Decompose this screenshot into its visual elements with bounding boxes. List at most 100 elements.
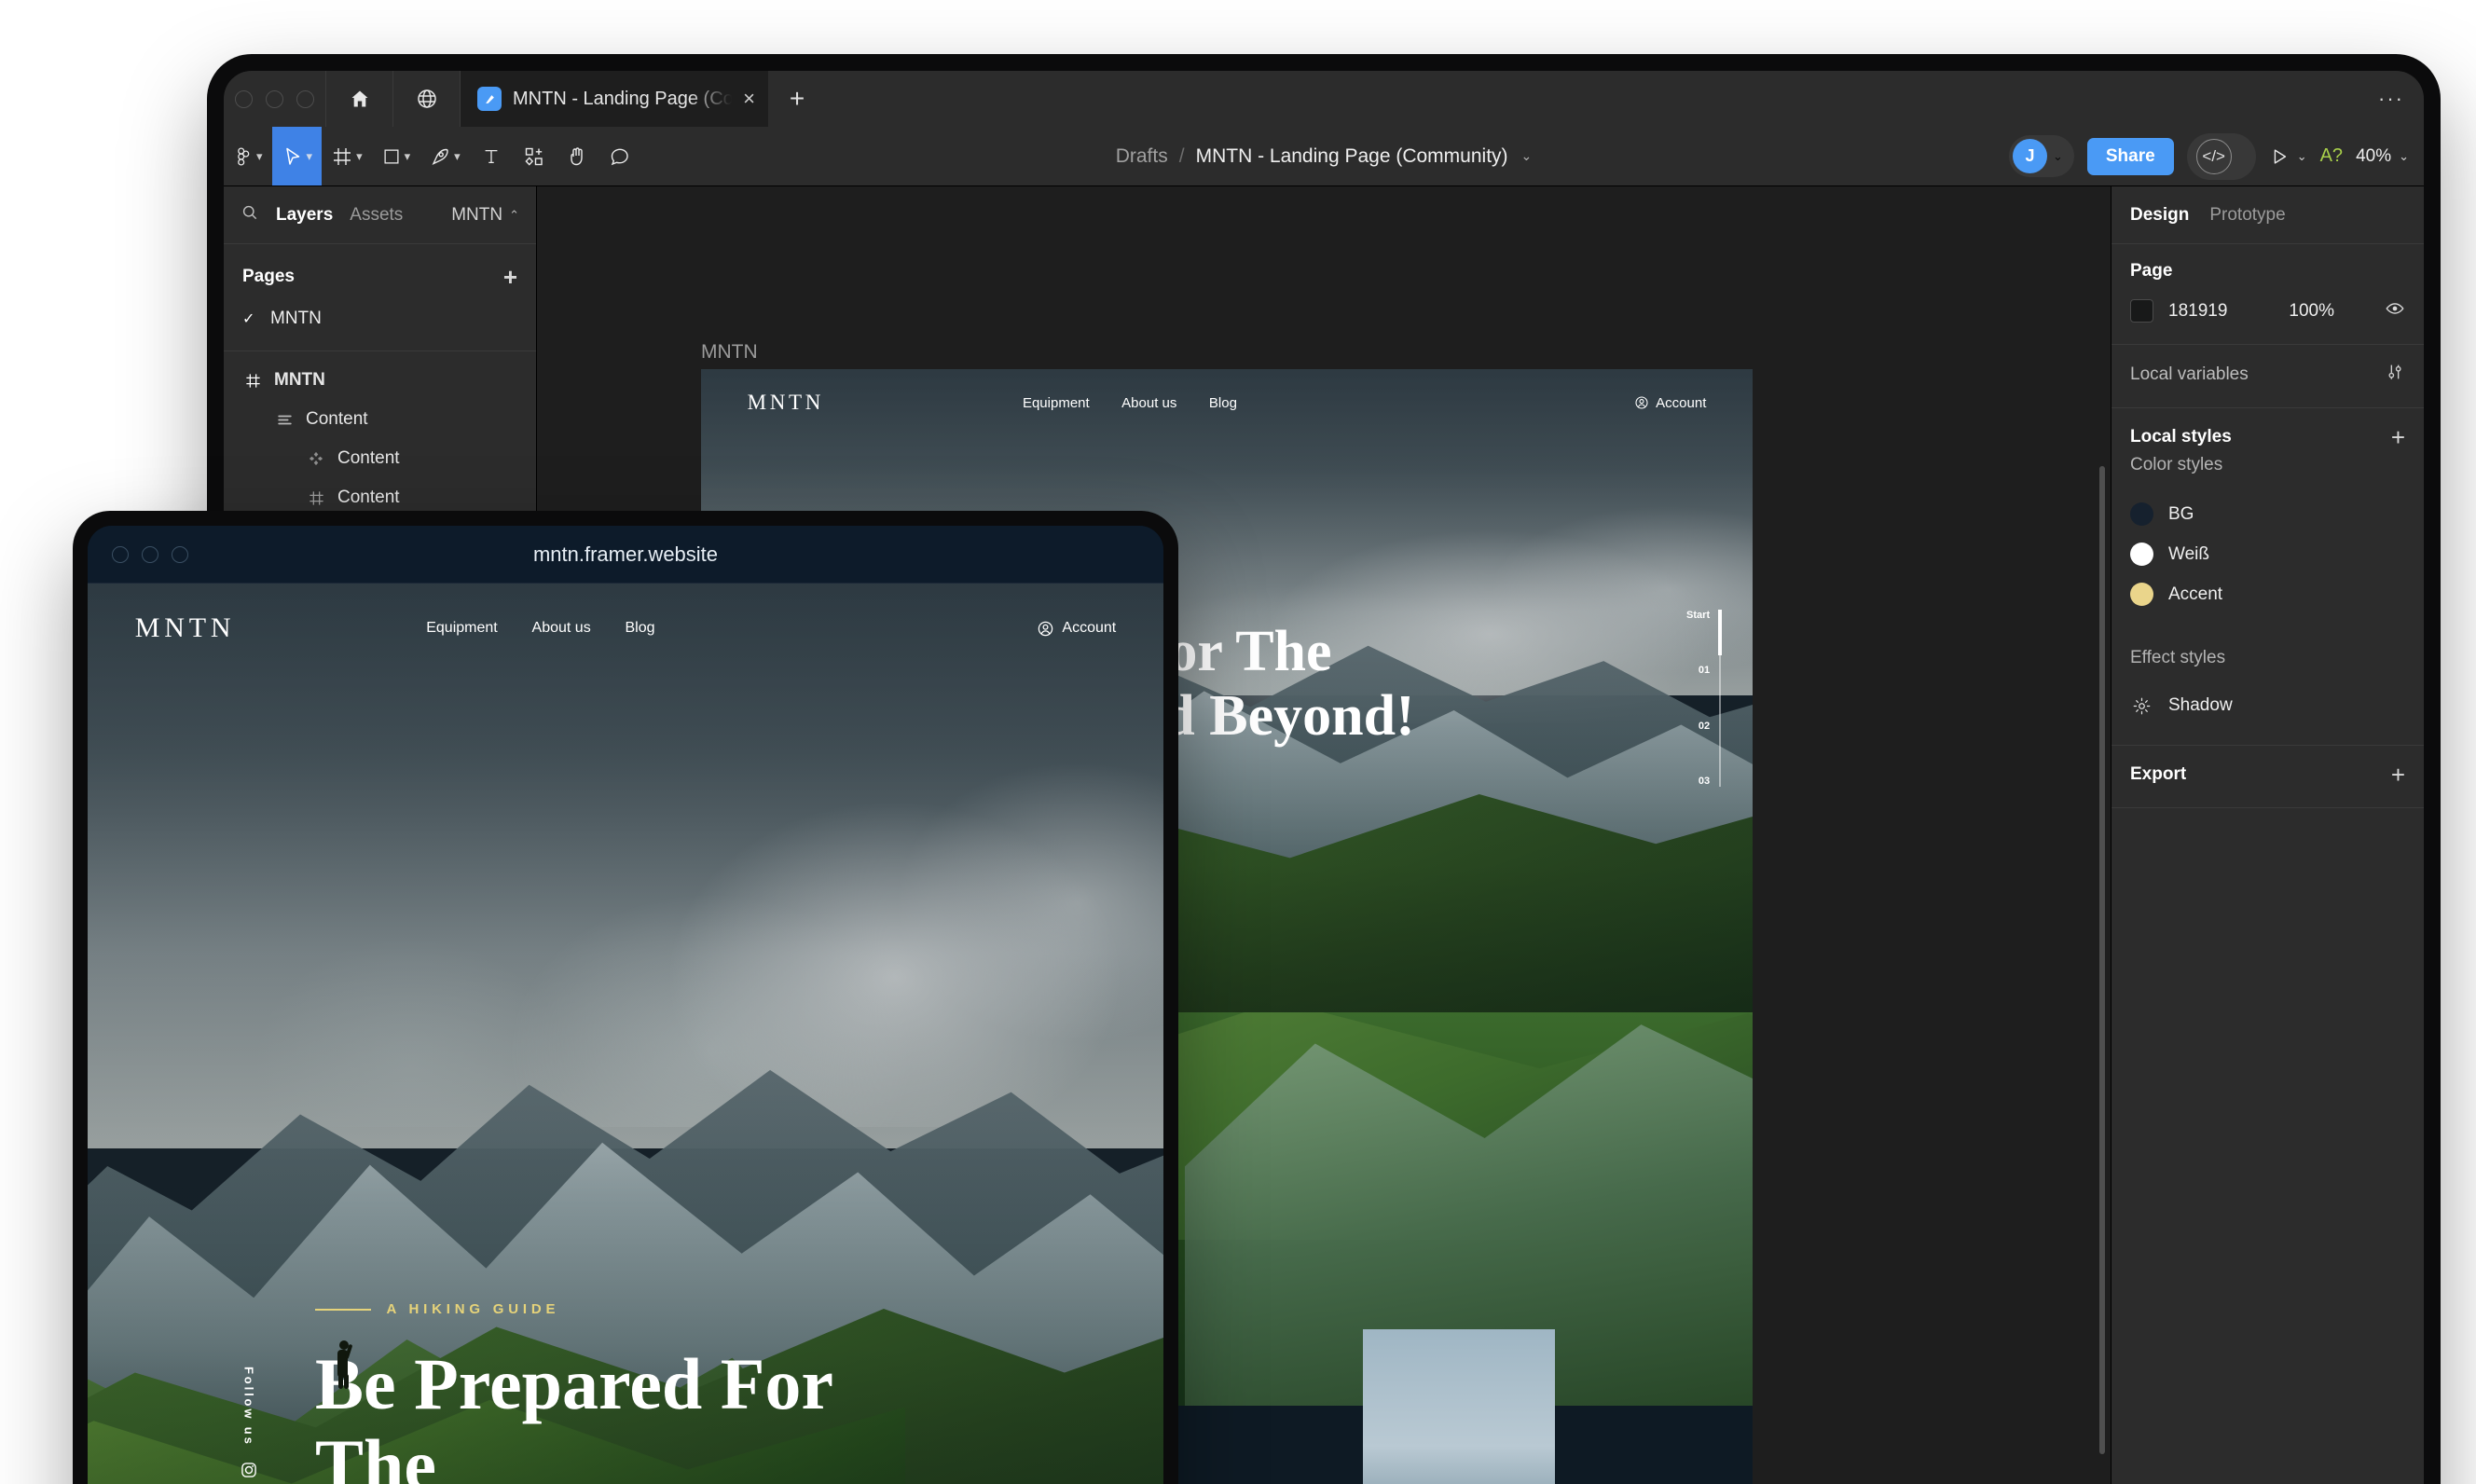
tabbar-spacer bbox=[826, 71, 2359, 127]
user-circle-icon bbox=[1039, 621, 1053, 636]
instagram-icon[interactable] bbox=[240, 1461, 258, 1482]
scroll-track[interactable] bbox=[1718, 610, 1722, 787]
artboard-frame-label[interactable]: MNTN bbox=[701, 341, 758, 364]
layers-tree: MNTN Content Content Content bbox=[224, 351, 536, 517]
nav-link-about-us[interactable]: About us bbox=[1121, 395, 1176, 411]
hero-scroll-markers: Start 01 02 03 bbox=[1686, 610, 1722, 787]
chevron-down-icon[interactable]: ⌄ bbox=[1521, 148, 1533, 164]
page-color-swatch[interactable] bbox=[2130, 299, 2153, 323]
section-photo-card[interactable] bbox=[1363, 1329, 1555, 1484]
account-label: Account bbox=[1656, 394, 1707, 411]
page-item-mntn[interactable]: ✓ MNTN bbox=[224, 300, 536, 337]
site-logo[interactable]: MNTN bbox=[748, 391, 824, 415]
tab-layers[interactable]: Layers bbox=[276, 205, 333, 226]
page-background-row[interactable]: 181919 100% bbox=[2130, 298, 2405, 323]
close-window-dot[interactable] bbox=[235, 89, 253, 108]
layer-label: MNTN bbox=[274, 370, 325, 390]
avatar[interactable]: J bbox=[2012, 139, 2047, 173]
export-header: Export + bbox=[2130, 763, 2405, 787]
nav-link-equipment[interactable]: Equipment bbox=[426, 620, 498, 637]
new-tab-button[interactable]: + bbox=[768, 71, 826, 127]
effect-style-name: Shadow bbox=[2168, 695, 2233, 715]
scroll-marker-labels: Start 01 02 03 bbox=[1686, 610, 1710, 787]
local-variables-section[interactable]: Local variables bbox=[2111, 345, 2424, 408]
plus-icon[interactable]: + bbox=[503, 265, 517, 289]
close-icon[interactable]: × bbox=[743, 89, 755, 109]
canvas-scrollbar[interactable] bbox=[2099, 466, 2105, 1454]
window-traffic-lights[interactable] bbox=[224, 71, 326, 127]
present-button[interactable]: ⌄ bbox=[2269, 146, 2307, 167]
page-item-label: MNTN bbox=[270, 309, 322, 328]
share-button[interactable]: Share bbox=[2086, 137, 2174, 175]
pages-section: Pages + ✓ MNTN bbox=[224, 244, 536, 351]
tab-prototype[interactable]: Prototype bbox=[2209, 205, 2285, 226]
scroll-marker[interactable]: 01 bbox=[1699, 665, 1710, 676]
layer-row-content-2[interactable]: Content bbox=[224, 439, 536, 478]
window-more-menu-icon[interactable]: ··· bbox=[2359, 71, 2424, 127]
breadcrumb-project[interactable]: Drafts bbox=[1116, 145, 1168, 168]
dev-mode-toggle[interactable]: </> bbox=[2186, 132, 2256, 180]
zoom-control[interactable]: 40% ⌄ bbox=[2356, 146, 2409, 167]
layer-row-content-1[interactable]: Content bbox=[224, 400, 536, 439]
sliders-icon[interactable] bbox=[2385, 362, 2405, 387]
file-name-menu[interactable]: MNTN ⌃ bbox=[451, 205, 519, 226]
page-color-opacity[interactable]: 100% bbox=[2289, 301, 2334, 322]
globe-icon[interactable] bbox=[393, 71, 461, 127]
chevron-down-icon[interactable]: ⌄ bbox=[2399, 149, 2409, 164]
browser-tab-figma-file[interactable]: MNTN - Landing Page (Community × bbox=[461, 71, 768, 127]
color-style-row-accent[interactable]: Accent bbox=[2130, 574, 2405, 614]
nav-link-equipment[interactable]: Equipment bbox=[1023, 395, 1090, 411]
tool-resources[interactable] bbox=[513, 127, 556, 186]
site-account-button[interactable]: Account bbox=[1634, 394, 1707, 411]
tab-assets[interactable]: Assets bbox=[350, 205, 403, 226]
site-nav-links: Equipment About us Blog bbox=[1023, 395, 1237, 411]
tool-shape[interactable]: ▾ bbox=[372, 127, 420, 186]
pages-header: Pages + bbox=[224, 257, 536, 300]
layer-row-mntn[interactable]: MNTN bbox=[224, 361, 536, 400]
scroll-marker[interactable]: 02 bbox=[1699, 721, 1710, 732]
scroll-marker[interactable]: Start bbox=[1686, 610, 1710, 621]
frame-icon bbox=[242, 372, 263, 390]
site-account-button[interactable]: Account bbox=[1037, 620, 1116, 638]
chevron-down-icon[interactable]: ⌄ bbox=[2297, 149, 2307, 164]
collaborators-group[interactable]: J ⌄ bbox=[2008, 135, 2074, 177]
color-style-row-weiss[interactable]: Weiß bbox=[2130, 534, 2405, 574]
tool-pen[interactable]: ▾ bbox=[420, 127, 470, 186]
color-swatch bbox=[2130, 543, 2153, 566]
chevron-down-icon: ▾ bbox=[454, 148, 461, 163]
color-style-row-bg[interactable]: BG bbox=[2130, 494, 2405, 534]
tool-figma-menu[interactable]: ▾ bbox=[224, 127, 272, 186]
effect-styles-label: Effect styles bbox=[2130, 648, 2226, 667]
tool-frame[interactable]: ▾ bbox=[322, 127, 372, 186]
page-color-hex[interactable]: 181919 bbox=[2168, 301, 2227, 322]
search-icon[interactable] bbox=[241, 203, 259, 227]
accessibility-check-button[interactable]: A? bbox=[2320, 145, 2343, 167]
nav-link-blog[interactable]: Blog bbox=[1209, 395, 1237, 411]
hiker-silhouette bbox=[332, 1340, 358, 1393]
plus-icon[interactable]: + bbox=[2391, 763, 2405, 787]
tool-move[interactable]: ▾ bbox=[271, 127, 323, 186]
site-logo[interactable]: MNTN bbox=[135, 612, 236, 644]
design-panel: Design Prototype Page 181919 100% Local … bbox=[2111, 186, 2424, 1484]
scroll-marker[interactable]: 03 bbox=[1699, 776, 1710, 787]
breadcrumb-file-name[interactable]: MNTN - Landing Page (Community) bbox=[1196, 145, 1508, 168]
plus-icon[interactable]: + bbox=[2391, 425, 2405, 449]
color-swatch bbox=[2130, 583, 2153, 606]
nav-link-about-us[interactable]: About us bbox=[532, 620, 591, 637]
chevron-down-icon: ▾ bbox=[306, 148, 313, 163]
tool-comment[interactable] bbox=[598, 127, 641, 186]
hero-eyebrow: A HIKING GUIDE bbox=[315, 1301, 921, 1317]
local-variables-title: Local variables bbox=[2130, 364, 2249, 384]
address-bar[interactable]: mntn.framer.website bbox=[88, 543, 1163, 567]
effect-style-row-shadow[interactable]: Shadow bbox=[2130, 687, 2405, 724]
nav-link-blog[interactable]: Blog bbox=[625, 620, 654, 637]
local-variables-row[interactable]: Local variables bbox=[2130, 362, 2405, 387]
tool-hand[interactable] bbox=[556, 127, 598, 186]
home-icon[interactable] bbox=[326, 71, 393, 127]
tab-design[interactable]: Design bbox=[2130, 205, 2189, 226]
tool-text[interactable] bbox=[470, 127, 513, 186]
eye-icon[interactable] bbox=[2385, 298, 2405, 323]
maximize-window-dot[interactable] bbox=[296, 89, 314, 108]
minimize-window-dot[interactable] bbox=[266, 89, 283, 108]
chevron-down-icon[interactable]: ⌄ bbox=[2053, 149, 2063, 164]
